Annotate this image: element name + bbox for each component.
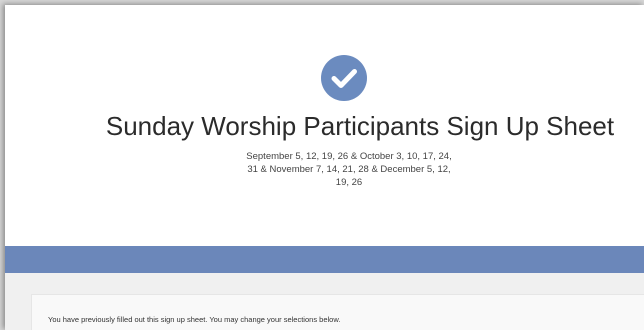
dates-line-3: 19, 26 (335, 177, 363, 188)
previous-submission-notice: You have previously filled out this sign… (48, 315, 341, 324)
checkmark-icon (321, 55, 367, 101)
notice-card: You have previously filled out this sign… (31, 294, 644, 330)
content-area: You have previously filled out this sign… (5, 273, 644, 330)
dates-line-1: September 5, 12, 19, 26 & October 3, 10,… (246, 151, 452, 162)
dates-line-2: 31 & November 7, 14, 21, 28 & December 5… (247, 164, 451, 175)
accent-band (5, 246, 644, 273)
sheet-header: Sunday Worship Participants Sign Up Shee… (5, 5, 644, 246)
page-frame: Sunday Worship Participants Sign Up Shee… (5, 5, 644, 330)
event-dates: September 5, 12, 19, 26 & October 3, 10,… (229, 150, 469, 189)
page-title: Sunday Worship Participants Sign Up Shee… (105, 111, 615, 141)
